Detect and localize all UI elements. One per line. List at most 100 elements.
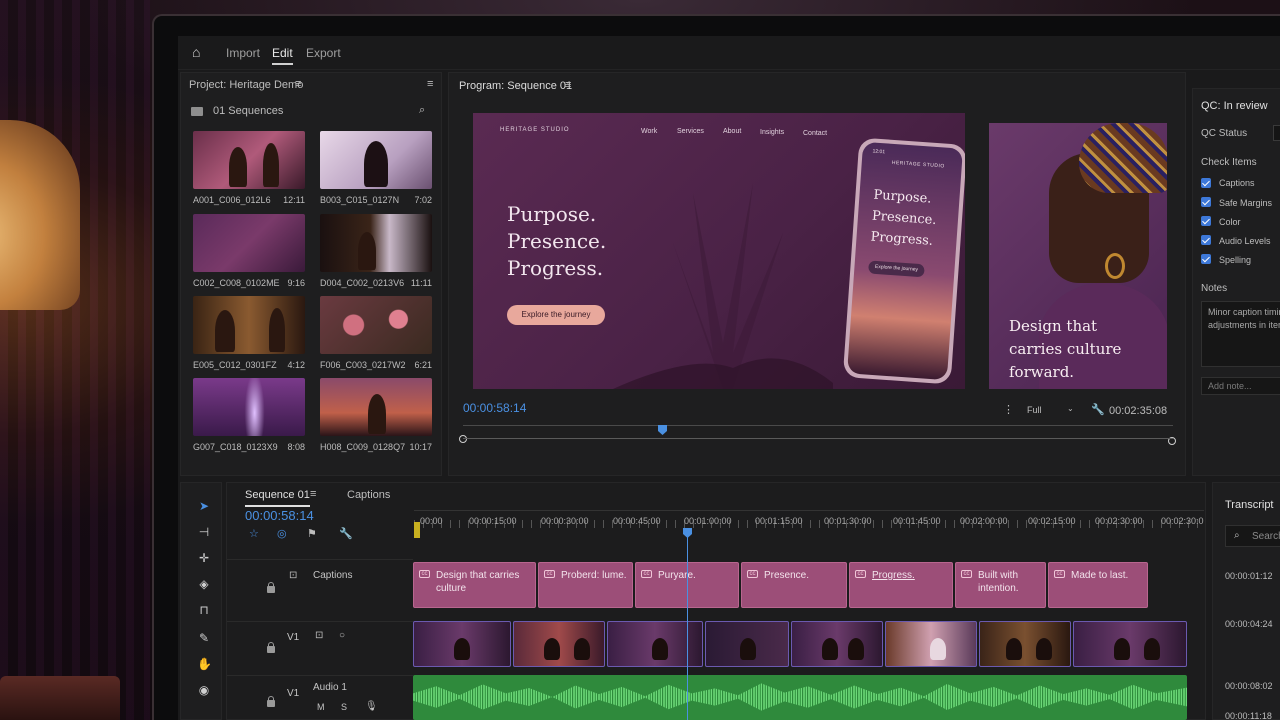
slip-tool-icon[interactable]: ⊓ xyxy=(197,603,211,617)
razor-tool-icon[interactable]: ◈ xyxy=(197,577,211,591)
lock-icon[interactable] xyxy=(267,582,275,593)
checkbox-color[interactable] xyxy=(1201,216,1211,226)
settings-dots-icon[interactable]: ⋮ xyxy=(1003,403,1014,416)
caption-clip[interactable]: cc Proberd: lume. xyxy=(538,562,633,608)
scrubber-playhead[interactable] xyxy=(658,425,667,435)
lock-icon[interactable] xyxy=(267,696,275,707)
clip-thumbnail[interactable] xyxy=(193,296,305,354)
video-clip[interactable] xyxy=(791,621,883,667)
add-note-input[interactable]: Add note... xyxy=(1201,377,1280,395)
audio-track-id: V1 xyxy=(287,688,300,699)
tab-captions[interactable]: Captions xyxy=(347,489,390,501)
visibility-icon[interactable]: ○ xyxy=(339,630,345,641)
project-menu-icon[interactable]: ≡ xyxy=(295,78,301,90)
menu-export[interactable]: Export xyxy=(306,46,341,60)
caption-clip[interactable]: cc Progress. xyxy=(849,562,953,608)
qc-status-select[interactable] xyxy=(1273,125,1280,141)
clip-thumbnail[interactable] xyxy=(320,378,432,436)
lock-icon[interactable] xyxy=(267,642,275,653)
sequence-menu-icon[interactable]: ≡ xyxy=(310,488,316,500)
video-clip[interactable] xyxy=(885,621,977,667)
qc-title: QC: In review xyxy=(1201,100,1268,112)
ruler-label: 00:02:30:00 xyxy=(1095,516,1143,526)
transcript-time[interactable]: 00:00:11:18 xyxy=(1225,711,1272,720)
menu-import[interactable]: Import xyxy=(226,46,260,60)
clip-duration: 12:11 xyxy=(283,195,305,205)
notes-textarea[interactable]: Minor caption timing adjustments in iter… xyxy=(1201,301,1280,367)
pen-tool-icon[interactable]: ✎ xyxy=(197,631,211,645)
transcript-time[interactable]: 00:00:04:24 xyxy=(1225,619,1273,629)
ruler-label: 00:02:15:00 xyxy=(1028,516,1076,526)
clip-thumbnail[interactable] xyxy=(193,214,305,272)
search-icon[interactable]: ⌕ xyxy=(419,104,425,117)
microphone-icon[interactable]: 🎙 xyxy=(365,701,378,712)
video-clip[interactable] xyxy=(979,621,1071,667)
solo-button[interactable]: S xyxy=(341,702,347,712)
checkbox-audio-levels[interactable] xyxy=(1201,235,1211,245)
qc-status-label: QC Status xyxy=(1201,128,1248,139)
zoom-select[interactable]: Full xyxy=(1027,405,1042,415)
clip-thumbnail[interactable] xyxy=(320,131,432,189)
add-marker-icon[interactable]: ⚑ xyxy=(307,527,317,540)
transcript-time[interactable]: 00:00:01:12 xyxy=(1225,571,1273,581)
wrench-icon[interactable]: 🔧 xyxy=(1091,403,1105,416)
panel-menu-icon[interactable]: ≡ xyxy=(427,78,433,90)
caption-clip[interactable]: cc Built with intention. xyxy=(955,562,1046,608)
transcript-search-input[interactable]: ⌕ Search xyxy=(1225,525,1280,547)
clip-thumbnail[interactable] xyxy=(320,296,432,354)
scrubber-in-handle[interactable] xyxy=(459,435,467,443)
ripple-edit-icon[interactable]: ✛ xyxy=(197,551,211,565)
ruler-label: 00:02:30:0 xyxy=(1161,516,1204,526)
site-nav-work: Work xyxy=(641,128,658,135)
audio-track-label: Audio 1 xyxy=(313,682,347,693)
checkbox-spelling[interactable] xyxy=(1201,254,1211,264)
checkbox-safe-margins[interactable] xyxy=(1201,197,1211,207)
scrubber-track[interactable] xyxy=(463,425,1173,426)
tab-sequence-01[interactable]: Sequence 01 xyxy=(245,489,310,507)
mute-button[interactable]: M xyxy=(317,702,325,712)
checkbox-captions[interactable] xyxy=(1201,178,1211,188)
caption-clip[interactable]: cc Design that carries culture xyxy=(413,562,536,608)
cc-icon[interactable]: ⊡ xyxy=(289,570,297,581)
ruler-line xyxy=(414,510,1204,511)
video-clip[interactable] xyxy=(705,621,789,667)
audio-clip[interactable] xyxy=(413,675,1187,720)
video-clip[interactable] xyxy=(513,621,605,667)
clip-name: B003_C015_0127N xyxy=(320,195,400,205)
menu-edit[interactable]: Edit xyxy=(272,46,293,65)
program-timecode[interactable]: 00:00:58:14 xyxy=(463,401,526,415)
zoom-chevron-icon[interactable]: ⌄ xyxy=(1067,404,1074,413)
caption-clip[interactable]: cc Presence. xyxy=(741,562,847,608)
home-icon[interactable]: ⌂ xyxy=(192,44,200,60)
check-label: Captions xyxy=(1219,178,1255,188)
type-tool-icon[interactable]: ◉ xyxy=(197,683,211,697)
timeline-timecode[interactable]: 00:00:58:14 xyxy=(245,508,314,523)
linked-selection-icon[interactable]: ◎ xyxy=(277,527,287,540)
video-clip[interactable] xyxy=(607,621,703,667)
site-nav-contact: Contact xyxy=(803,130,828,137)
track-select-icon[interactable]: ⊣ xyxy=(197,525,211,539)
toggle-output-icon[interactable]: ⊡ xyxy=(315,630,323,641)
folder-name[interactable]: 01 Sequences xyxy=(213,105,283,117)
settings-wrench-icon[interactable]: 🔧 xyxy=(339,527,353,540)
caption-clip[interactable]: cc Made to last. xyxy=(1048,562,1148,608)
video-track-header: V1 ⊡ ○ xyxy=(227,621,413,673)
in-point-marker[interactable] xyxy=(414,522,420,538)
site-nav-services: Services xyxy=(677,128,704,135)
clip-thumbnail[interactable] xyxy=(320,214,432,272)
clip-thumbnail[interactable] xyxy=(193,378,305,436)
video-clip[interactable] xyxy=(413,621,511,667)
scrubber-line xyxy=(463,438,1173,439)
ruler-label: 00:02:00:00 xyxy=(960,516,1008,526)
clip-thumbnail[interactable] xyxy=(193,131,305,189)
transcript-time[interactable]: 00:00:08:02 xyxy=(1225,681,1273,691)
glass xyxy=(0,676,120,720)
snap-icon[interactable]: ☆ xyxy=(249,527,259,540)
timeline-playhead-line xyxy=(687,536,688,720)
project-panel: Project: Heritage Demo ≡ ≡ 01 Sequences … xyxy=(180,72,442,476)
program-menu-icon[interactable]: ≡ xyxy=(565,79,571,91)
hand-tool-icon[interactable]: ✋ xyxy=(197,657,212,671)
menu-bar: ⌂ Import Edit Export xyxy=(178,36,1280,70)
video-clip[interactable] xyxy=(1073,621,1187,667)
selection-tool-icon[interactable]: ➤ xyxy=(197,499,211,513)
